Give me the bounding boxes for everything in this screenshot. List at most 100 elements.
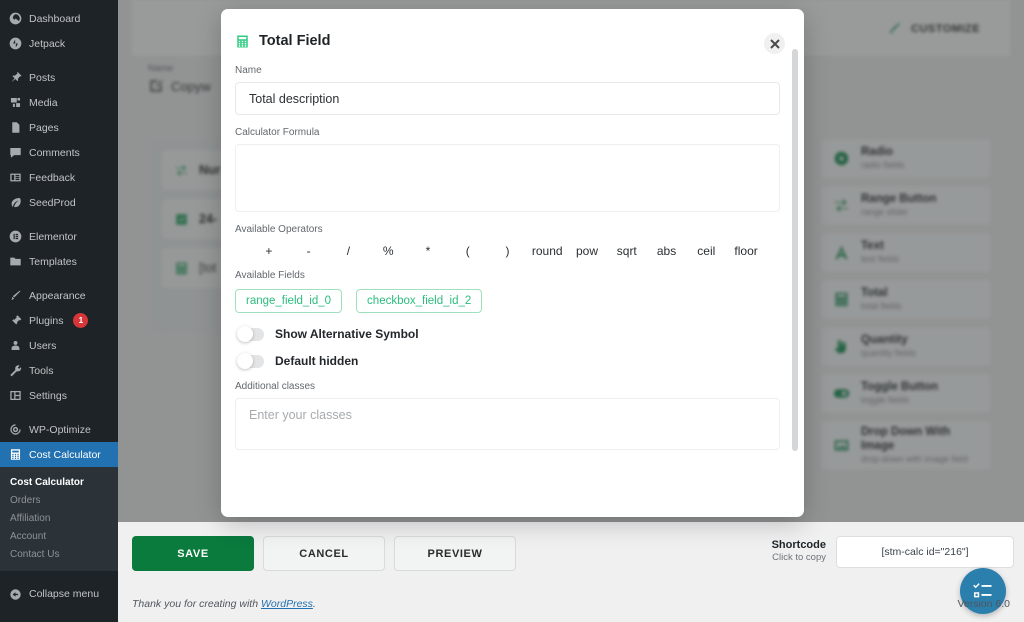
sidebar-label: Pages: [29, 121, 59, 134]
dashboard-icon: [8, 12, 22, 26]
sidebar-label: Media: [29, 96, 58, 109]
default-hidden-label: Default hidden: [275, 354, 359, 368]
sidebar-subitem-account[interactable]: Account: [0, 527, 118, 545]
operators-row: + - / % * ( ) round pow sqrt abs ceil fl…: [235, 241, 780, 258]
sidebar-label: WP-Optimize: [29, 423, 91, 436]
collapse-menu-button[interactable]: Collapse menu: [0, 581, 118, 607]
show-alternative-symbol-label: Show Alternative Symbol: [275, 327, 419, 341]
operator-minus[interactable]: -: [289, 244, 329, 258]
preview-button[interactable]: PREVIEW: [394, 536, 516, 571]
operator-plus[interactable]: +: [249, 244, 289, 258]
sidebar-item-templates[interactable]: Templates: [0, 249, 118, 274]
optimize-icon: [8, 423, 22, 437]
operators-group: Available Operators + - / % * ( ) round …: [235, 224, 782, 258]
sidebar-label: Posts: [29, 71, 56, 84]
sidebar-item-pages[interactable]: Pages: [0, 115, 118, 140]
sidebar-item-dashboard[interactable]: Dashboard: [0, 6, 118, 31]
app-root: Dashboard Jetpack Posts Media Pages Comm…: [0, 0, 1024, 622]
sidebar-item-cost-calculator[interactable]: Cost Calculator: [0, 442, 118, 467]
default-hidden-toggle[interactable]: [237, 353, 264, 369]
operator-pow[interactable]: pow: [567, 244, 607, 258]
sidebar-item-tools[interactable]: Tools: [0, 358, 118, 383]
sidebar-label: Appearance: [29, 289, 86, 302]
wordpress-link[interactable]: WordPress: [261, 598, 313, 610]
name-label: Name: [235, 65, 262, 76]
sidebar-item-settings[interactable]: Settings: [0, 383, 118, 408]
seedprod-icon: [8, 196, 22, 210]
operator-round[interactable]: round: [527, 244, 567, 258]
shortcode-hint: Click to copy: [772, 552, 826, 563]
sidebar-divider: [0, 215, 118, 224]
bottom-action-bar: SAVE CANCEL PREVIEW Shortcode Click to c…: [118, 522, 1024, 622]
operator-floor[interactable]: floor: [726, 244, 766, 258]
sidebar-subitem-orders[interactable]: Orders: [0, 491, 118, 509]
sidebar-label: Jetpack: [29, 37, 66, 50]
version-label: Version 6.0: [957, 598, 1010, 610]
pin-icon: [8, 71, 22, 85]
sidebar-label: Elementor: [29, 230, 77, 243]
collapse-menu-label: Collapse menu: [29, 588, 100, 600]
sidebar-divider: [0, 408, 118, 417]
shortcode-title: Shortcode: [771, 539, 826, 551]
additional-classes-group: Additional classes Enter your classes: [235, 381, 782, 450]
operator-open-paren[interactable]: (: [448, 244, 488, 258]
modal-header: Total Field: [221, 9, 804, 55]
sidebar-item-appearance[interactable]: Appearance: [0, 283, 118, 308]
sidebar-submenu: Cost Calculator Orders Affiliation Accou…: [0, 467, 118, 571]
operator-multiply[interactable]: *: [408, 244, 448, 258]
formula-textarea[interactable]: [235, 144, 780, 212]
available-fields-chips: range_field_id_0 checkbox_field_id_2: [235, 287, 782, 313]
modal-scrollbar-thumb[interactable]: [792, 49, 798, 451]
shortcode-section: Shortcode Click to copy [stm-calc id="21…: [772, 536, 1014, 568]
plugins-icon: [8, 314, 22, 328]
media-icon: [8, 96, 22, 110]
sidebar-item-users[interactable]: Users: [0, 333, 118, 358]
cancel-button[interactable]: CANCEL: [263, 536, 385, 571]
wp-admin-sidebar: Dashboard Jetpack Posts Media Pages Comm…: [0, 0, 118, 622]
sidebar-item-posts[interactable]: Posts: [0, 65, 118, 90]
modal-scrollbar[interactable]: [792, 49, 798, 497]
name-input[interactable]: Total description: [235, 82, 780, 115]
sidebar-item-comments[interactable]: Comments: [0, 140, 118, 165]
sidebar-item-feedback[interactable]: Feedback: [0, 165, 118, 190]
modal-body: Name Total description Calculator Formul…: [221, 55, 804, 517]
calculator-icon: [235, 34, 250, 49]
additional-classes-input[interactable]: Enter your classes: [235, 398, 780, 450]
shortcode-value-box[interactable]: [stm-calc id="216"]: [836, 536, 1014, 568]
sidebar-subitem-contact-us[interactable]: Contact Us: [0, 545, 118, 563]
sidebar-item-seedprod[interactable]: SeedProd: [0, 190, 118, 215]
default-hidden-row[interactable]: Default hidden: [235, 353, 782, 369]
show-alternative-symbol-row[interactable]: Show Alternative Symbol: [235, 326, 782, 342]
operator-close-paren[interactable]: ): [488, 244, 528, 258]
field-chip-range[interactable]: range_field_id_0: [235, 289, 343, 313]
sidebar-subitem-affiliation[interactable]: Affiliation: [0, 509, 118, 527]
sidebar-item-media[interactable]: Media: [0, 90, 118, 115]
operator-sqrt[interactable]: sqrt: [607, 244, 647, 258]
save-button[interactable]: SAVE: [132, 536, 254, 571]
sidebar-item-wp-optimize[interactable]: WP-Optimize: [0, 417, 118, 442]
available-fields-group: Available Fields range_field_id_0 checkb…: [235, 270, 782, 313]
credit-prefix: Thank you for creating with: [132, 598, 261, 610]
sidebar-label: Templates: [29, 255, 77, 268]
field-chip-checkbox[interactable]: checkbox_field_id_2: [356, 289, 483, 313]
plugins-update-badge: 1: [73, 313, 89, 328]
sidebar-item-plugins[interactable]: Plugins 1: [0, 308, 118, 333]
comments-icon: [8, 146, 22, 160]
close-icon[interactable]: [764, 33, 785, 54]
operator-percent[interactable]: %: [368, 244, 408, 258]
sidebar-subitem-cost-calculator[interactable]: Cost Calculator: [0, 473, 118, 491]
operator-ceil[interactable]: ceil: [686, 244, 726, 258]
show-alternative-symbol-toggle[interactable]: [237, 326, 264, 342]
collapse-icon: [8, 587, 22, 601]
sidebar-item-jetpack[interactable]: Jetpack: [0, 31, 118, 56]
jetpack-icon: [8, 37, 22, 51]
total-field-modal: Total Field Name Total description Calcu…: [221, 9, 804, 517]
sidebar-item-elementor[interactable]: Elementor: [0, 224, 118, 249]
settings-icon: [8, 389, 22, 403]
wrench-icon: [8, 364, 22, 378]
sidebar-divider: [0, 56, 118, 65]
operator-abs[interactable]: abs: [647, 244, 687, 258]
sidebar-label: Settings: [29, 389, 67, 402]
sidebar-label: Comments: [29, 146, 80, 159]
operator-divide[interactable]: /: [329, 244, 369, 258]
